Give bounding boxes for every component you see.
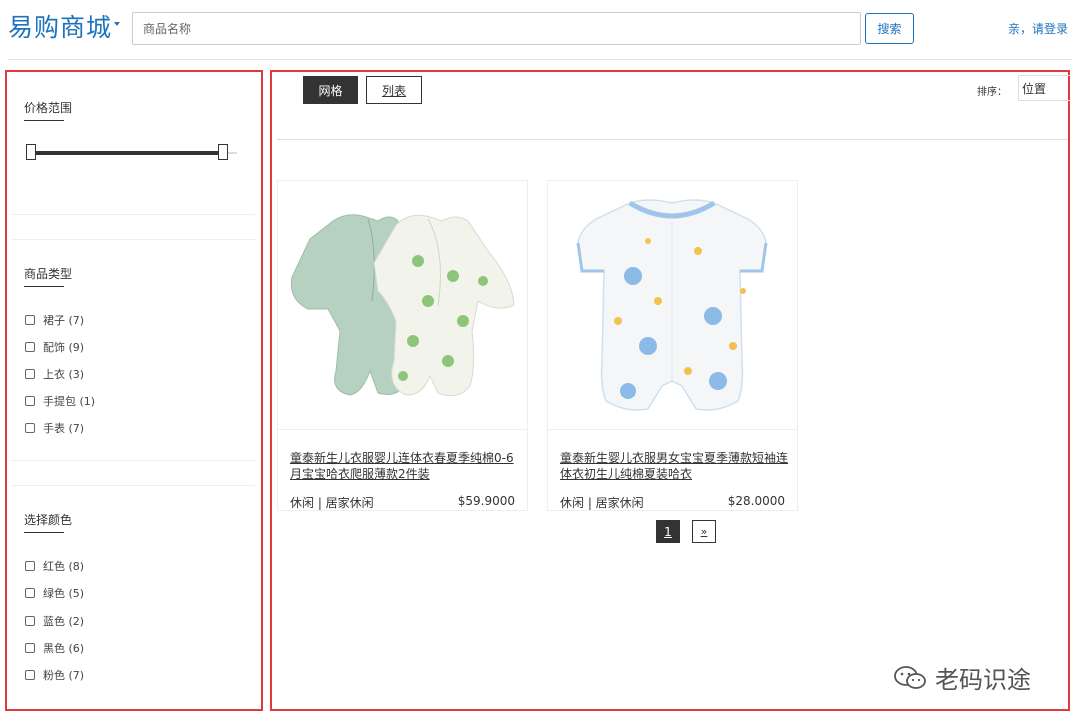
title-underline [24, 286, 64, 287]
option-count: (7) [68, 668, 85, 682]
chevron-down-icon[interactable] [114, 22, 120, 26]
sort-select[interactable]: 位置 [1018, 75, 1070, 101]
title-underline [24, 120, 64, 121]
pagination-next[interactable]: » [692, 520, 716, 543]
category-title: 商品类型 [24, 267, 73, 281]
option-count: (2) [68, 614, 85, 628]
option-label: 手表 [43, 422, 65, 435]
color-option[interactable]: 绿色 (5) [25, 585, 84, 601]
product-card[interactable]: 童泰新生儿衣服婴儿连体衣春夏季纯棉0-6月宝宝哈衣爬服薄款2件装 休闲 | 居家… [277, 180, 528, 511]
category-option[interactable]: 配饰 (9) [25, 339, 84, 355]
product-category: 休闲 | 居家休闲 [290, 496, 374, 510]
watermark-text: 老码识途 [935, 666, 1031, 694]
checkbox[interactable] [25, 643, 35, 653]
option-count: (9) [68, 340, 85, 354]
product-card[interactable]: 童泰新生婴儿衣服男女宝宝夏季薄款短袖连体衣初生儿纯棉夏装哈衣 休闲 | 居家休闲… [547, 180, 798, 511]
category-option[interactable]: 手表 (7) [25, 420, 84, 436]
price-slider-track[interactable] [31, 151, 223, 155]
checkbox[interactable] [25, 561, 35, 571]
option-count: (5) [68, 586, 85, 600]
category-option[interactable]: 手提包 (1) [25, 393, 95, 409]
header-divider [8, 59, 1072, 60]
checkbox[interactable] [25, 369, 35, 379]
section-divider [12, 460, 255, 461]
option-label: 粉色 [43, 669, 65, 682]
option-label: 裙子 [43, 314, 65, 327]
product-image[interactable] [548, 181, 797, 430]
option-count: (7) [68, 313, 85, 327]
category-option[interactable]: 裙子 (7) [25, 312, 84, 328]
checkbox[interactable] [25, 342, 35, 352]
color-option[interactable]: 红色 (8) [25, 558, 84, 574]
login-link[interactable]: 亲，请登录 [1008, 20, 1068, 37]
option-label: 绿色 [43, 587, 65, 600]
grid-view-button[interactable]: 网格 [303, 76, 358, 104]
price-slider-min-handle[interactable] [26, 144, 36, 160]
checkbox[interactable] [25, 588, 35, 598]
search-button[interactable]: 搜索 [865, 13, 914, 44]
toolbar-divider [277, 139, 1068, 140]
product-title[interactable]: 童泰新生婴儿衣服男女宝宝夏季薄款短袖连体衣初生儿纯棉夏装哈衣 [560, 450, 788, 482]
checkbox[interactable] [25, 423, 35, 433]
product-price: $59.9000 [457, 494, 515, 508]
option-label: 红色 [43, 560, 65, 573]
option-label: 黑色 [43, 642, 65, 655]
color-title: 选择颜色 [24, 513, 73, 527]
title-underline [24, 532, 64, 533]
product-category: 休闲 | 居家休闲 [560, 496, 644, 510]
option-count: (8) [68, 559, 85, 573]
category-option[interactable]: 上衣 (3) [25, 366, 84, 382]
color-option[interactable]: 蓝色 (2) [25, 613, 84, 629]
product-title[interactable]: 童泰新生儿衣服婴儿连体衣春夏季纯棉0-6月宝宝哈衣爬服薄款2件装 [290, 450, 518, 482]
product-price: $28.0000 [727, 494, 785, 508]
pagination-current[interactable]: 1 [656, 520, 680, 543]
option-count: (3) [68, 367, 85, 381]
section-divider [12, 214, 255, 215]
checkbox[interactable] [25, 396, 35, 406]
header: 易购商城 搜索 亲，请登录 [0, 0, 1080, 60]
color-option[interactable]: 粉色 (7) [25, 667, 84, 683]
option-count: (6) [68, 641, 85, 655]
wechat-icon [894, 665, 926, 689]
section-divider [12, 239, 255, 240]
sort-label: 排序： [977, 87, 1007, 98]
watermark: 老码识途 [893, 660, 1031, 695]
option-label: 手提包 [43, 395, 76, 408]
price-range-title: 价格范围 [24, 101, 73, 115]
filter-sidebar: 价格范围 商品类型 裙子 (7) 配饰 (9) 上衣 (3) 手提包 (1) 手… [5, 70, 263, 711]
option-count: (1) [79, 394, 96, 408]
price-slider-max-handle[interactable] [218, 144, 228, 160]
checkbox[interactable] [25, 616, 35, 626]
list-view-button[interactable]: 列表 [366, 76, 422, 104]
option-label: 上衣 [43, 368, 65, 381]
section-divider [12, 485, 255, 486]
site-logo[interactable]: 易购商城 [8, 8, 112, 44]
color-option[interactable]: 黑色 (6) [25, 640, 84, 656]
search-input[interactable] [132, 12, 861, 45]
option-count: (7) [68, 421, 85, 435]
product-image[interactable] [278, 181, 527, 430]
product-area: 网格 列表 排序： 位置 童泰新生儿衣服婴儿连体衣春夏季纯棉0-6月宝宝哈衣爬服… [270, 70, 1070, 711]
checkbox[interactable] [25, 670, 35, 680]
option-label: 配饰 [43, 341, 65, 354]
checkbox[interactable] [25, 315, 35, 325]
option-label: 蓝色 [43, 615, 65, 628]
